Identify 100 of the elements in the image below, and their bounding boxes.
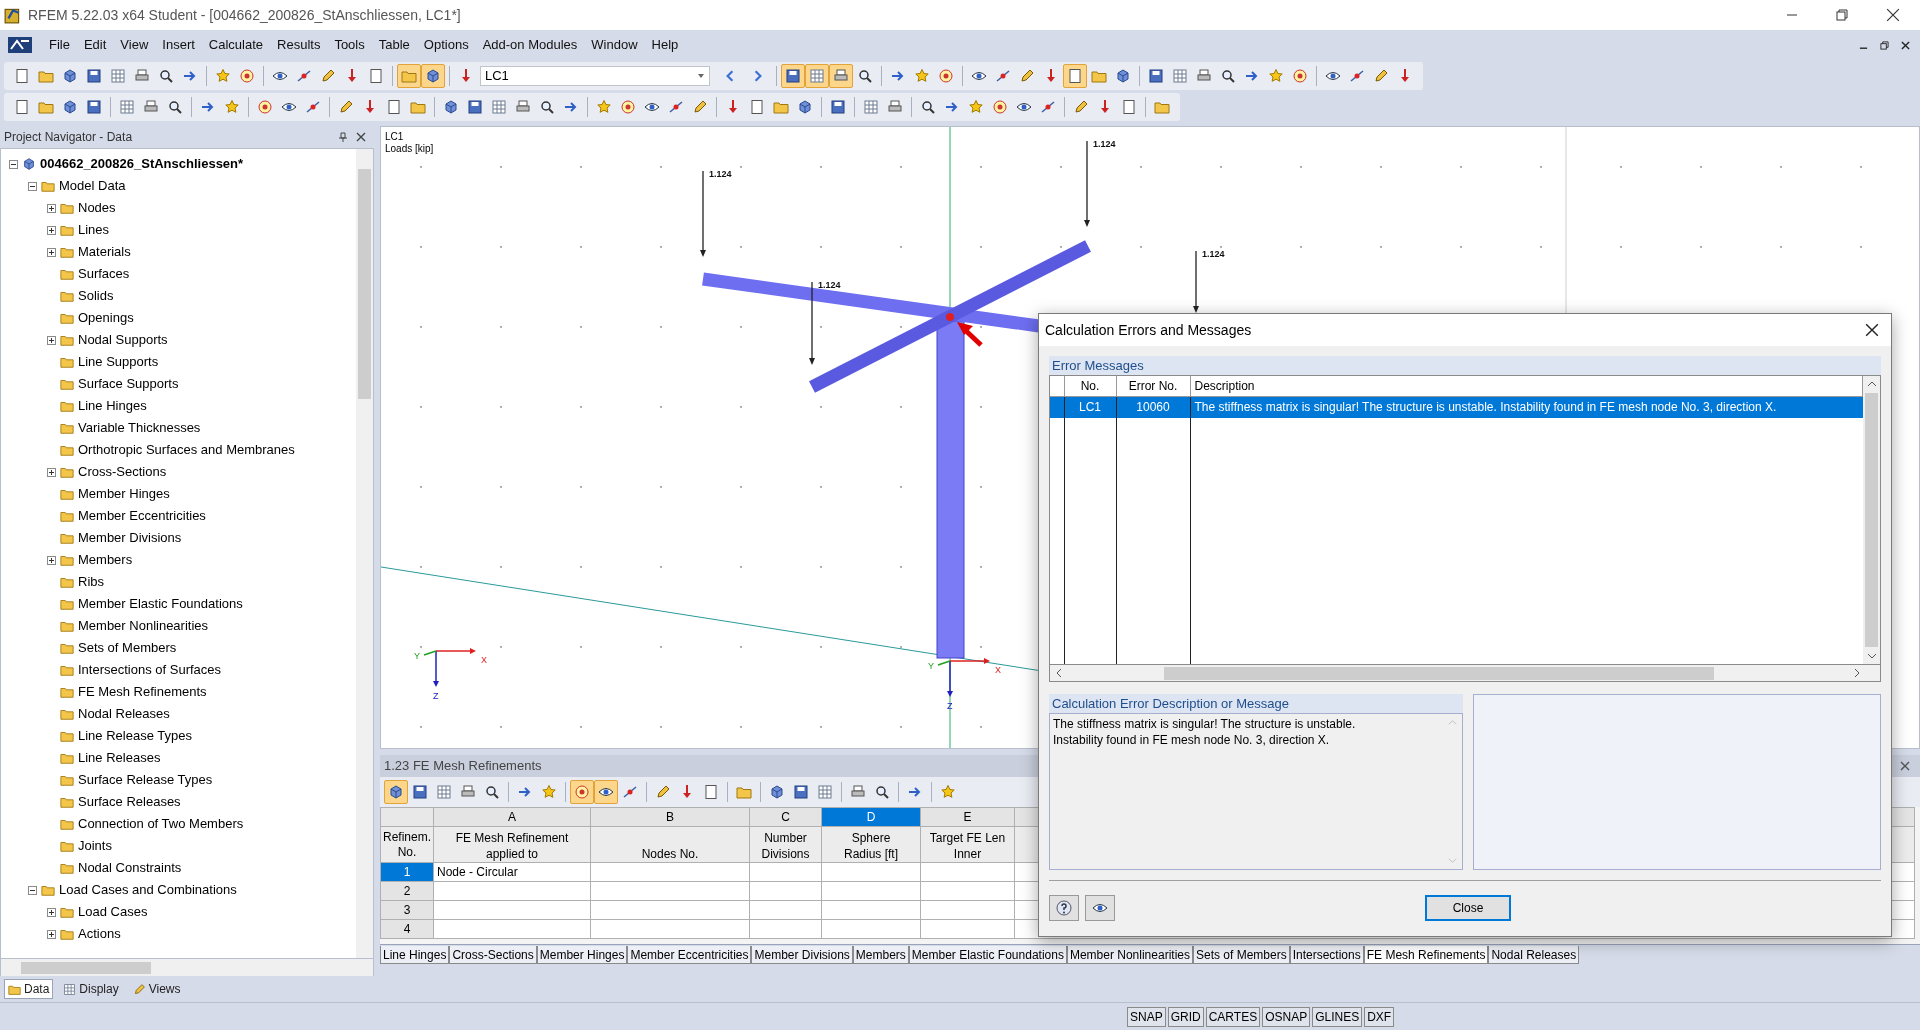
menu-item[interactable]: Table xyxy=(371,33,417,57)
load-arrow[interactable] xyxy=(1084,140,1090,227)
sheet-tab[interactable]: Member Divisions xyxy=(751,946,853,964)
tree-item[interactable]: Line Releases xyxy=(78,748,161,768)
expand-icon[interactable] xyxy=(47,203,56,213)
tree-item[interactable]: Nodal Releases xyxy=(78,704,170,724)
restore-icon[interactable] xyxy=(1836,9,1848,21)
menu-item[interactable]: View xyxy=(113,33,156,57)
menu-item[interactable]: Tools xyxy=(327,33,372,57)
scrollbar[interactable] xyxy=(0,959,374,976)
tree-item[interactable]: Orthotropic Surfaces and Membranes xyxy=(78,440,295,460)
expand-icon[interactable] xyxy=(47,225,56,235)
tree-item[interactable]: Nodes xyxy=(78,198,116,218)
sheet-tab[interactable]: Member Eccentricities xyxy=(627,946,752,964)
column-letter[interactable]: E xyxy=(920,807,1015,827)
column-letter[interactable]: A xyxy=(433,807,591,827)
tree-item[interactable]: Materials xyxy=(78,242,131,262)
toolbar-button[interactable] xyxy=(781,63,805,88)
next-icon[interactable] xyxy=(752,69,764,82)
load-arrow[interactable] xyxy=(700,170,706,257)
expand-icon[interactable] xyxy=(47,555,56,565)
tree-item[interactable]: 004662_200826_StAnschliessen* xyxy=(40,154,244,174)
sheet-tab[interactable]: Line Hinges xyxy=(380,946,450,964)
tree-item[interactable]: Member Nonlinearities xyxy=(78,616,209,636)
toolbar-button[interactable] xyxy=(594,780,618,804)
menu-item[interactable]: Calculate xyxy=(201,33,271,57)
load-arrow[interactable] xyxy=(809,281,815,365)
tree-item[interactable]: Variable Thicknesses xyxy=(78,418,201,438)
tree-item[interactable]: Member Elastic Foundations xyxy=(78,594,243,614)
sheet-tab[interactable]: Sets of Members xyxy=(1192,946,1290,964)
toolbar-button[interactable] xyxy=(421,63,445,88)
tree-item[interactable]: Model Data xyxy=(59,176,126,196)
expand-icon[interactable] xyxy=(47,907,56,917)
sheet-tab[interactable]: Member Nonlinearities xyxy=(1066,946,1193,964)
close-icon[interactable] xyxy=(1865,323,1879,337)
toolbar-button[interactable] xyxy=(1063,63,1087,88)
status-toggle[interactable]: OSNAP xyxy=(1262,1006,1311,1027)
tree-item[interactable]: FE Mesh Refinements xyxy=(78,682,207,702)
menu-item[interactable]: Edit xyxy=(76,33,114,57)
tree-item[interactable]: Member Hinges xyxy=(78,484,170,504)
row-marker[interactable] xyxy=(1050,396,1064,418)
navigator-tab[interactable]: Display xyxy=(59,979,123,999)
display-button[interactable] xyxy=(1085,895,1115,921)
sheet-tab[interactable]: Nodal Releases xyxy=(1488,946,1580,964)
navigator-tab[interactable]: Views xyxy=(128,979,185,999)
scroll-left-icon[interactable] xyxy=(1054,668,1064,678)
tree-item[interactable]: Ribs xyxy=(78,572,104,592)
close-icon[interactable] xyxy=(356,132,366,142)
tree-item[interactable]: Surface Release Types xyxy=(78,770,213,790)
tree-item[interactable]: Openings xyxy=(78,308,134,328)
sheet-tab[interactable]: Cross-Sections xyxy=(449,946,537,964)
tree-item[interactable]: Connection of Two Members xyxy=(78,814,244,834)
sheet-tab[interactable]: Intersections xyxy=(1289,946,1364,964)
table-cell[interactable]: The stiffness matrix is singular! The structure is unstable. Instability found in FE mesh node No. 3, direction X. xyxy=(1190,396,1863,418)
tree-item[interactable]: Surface Supports xyxy=(78,374,179,394)
restore-icon[interactable] xyxy=(1880,40,1889,50)
status-toggle[interactable]: DXF xyxy=(1364,1006,1395,1027)
expand-icon[interactable] xyxy=(47,335,56,345)
menu-item[interactable]: File xyxy=(42,33,77,57)
load-case-dropdown[interactable]: LC1 xyxy=(480,65,710,86)
column-letter[interactable]: D xyxy=(821,807,921,827)
tree-item[interactable]: Cross-Sections xyxy=(78,462,167,482)
collapse-icon[interactable] xyxy=(28,885,37,895)
scroll-up-icon[interactable] xyxy=(1866,379,1877,389)
status-toggle[interactable]: SNAP xyxy=(1127,1006,1166,1027)
tree-item[interactable]: Surfaces xyxy=(78,264,130,284)
node-marker[interactable] xyxy=(946,313,954,321)
tree-item[interactable]: Load Cases and Combinations xyxy=(59,880,237,900)
tree-item[interactable]: Member Eccentricities xyxy=(78,506,206,526)
toolbar-button[interactable] xyxy=(829,63,853,88)
close-icon[interactable] xyxy=(1886,8,1900,22)
toolbar-button[interactable] xyxy=(384,780,408,804)
menu-item[interactable]: Window xyxy=(584,33,645,57)
sheet-tab[interactable]: FE Mesh Refinements xyxy=(1363,946,1489,964)
tree-item[interactable]: Joints xyxy=(78,836,112,856)
column-letter[interactable]: C xyxy=(749,807,822,827)
menu-item[interactable]: Results xyxy=(270,33,328,57)
collapse-icon[interactable] xyxy=(9,159,18,169)
tree-item[interactable]: Members xyxy=(78,550,133,570)
close-button[interactable]: Close xyxy=(1425,895,1511,921)
tree-item[interactable]: Solids xyxy=(78,286,114,306)
navigator-tab[interactable]: Data xyxy=(4,979,54,999)
expand-icon[interactable] xyxy=(47,247,56,257)
toolbar-button[interactable] xyxy=(570,780,594,804)
load-arrow[interactable] xyxy=(1193,250,1199,313)
tree-item[interactable]: Actions xyxy=(78,924,121,944)
scrollbar[interactable] xyxy=(356,149,373,958)
menu-item[interactable]: Options xyxy=(416,33,476,57)
column-letter[interactable]: B xyxy=(590,807,750,827)
status-toggle[interactable]: GLINES xyxy=(1312,1006,1363,1027)
tree-item[interactable]: Member Divisions xyxy=(78,528,182,548)
scroll-right-icon[interactable] xyxy=(1852,668,1862,678)
tree-item[interactable]: Intersections of Surfaces xyxy=(78,660,222,680)
tree-item[interactable]: Lines xyxy=(78,220,110,240)
pin-icon[interactable] xyxy=(338,132,348,142)
tree-item[interactable]: Load Cases xyxy=(78,902,148,922)
scroll-down-icon[interactable] xyxy=(1866,651,1877,661)
expand-icon[interactable] xyxy=(47,467,56,477)
menu-item[interactable]: Insert xyxy=(155,33,202,57)
help-button[interactable] xyxy=(1049,895,1079,921)
